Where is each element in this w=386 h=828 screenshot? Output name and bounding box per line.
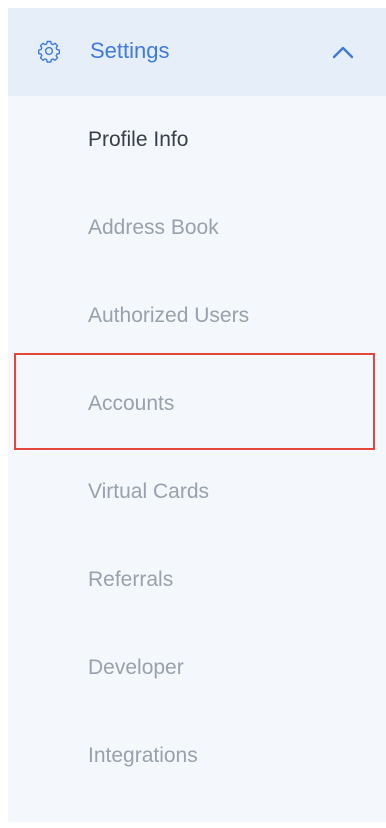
menu-item-label: Authorized Users [88,304,250,327]
menu-item-address-book[interactable]: Address Book [8,184,386,272]
menu-item-label: Referrals [88,568,174,591]
menu-item-label: Address Book [88,216,219,239]
gear-icon [38,40,60,63]
menu-item-label: Accounts [88,392,175,415]
menu-item-label: Developer [88,656,184,679]
menu-item-accounts[interactable]: Accounts [8,360,386,448]
settings-section-label: Settings [90,38,170,63]
menu-item-developer[interactable]: Developer [8,624,386,712]
menu-item-label: Virtual Cards [88,480,209,503]
menu-item-label: Profile Info [88,128,189,151]
menu-item-label: Integrations [88,744,198,767]
menu-item-integrations[interactable]: Integrations [8,712,386,800]
settings-section-toggle[interactable]: Settings [8,8,386,96]
menu-item-authorized-users[interactable]: Authorized Users [8,272,386,360]
chevron-up-icon[interactable] [330,42,356,62]
settings-sidebar: Settings Profile Info Address Book Autho… [8,8,386,822]
menu-item-referrals[interactable]: Referrals [8,536,386,624]
menu-item-profile-info[interactable]: Profile Info [8,96,386,184]
menu-item-virtual-cards[interactable]: Virtual Cards [8,448,386,536]
